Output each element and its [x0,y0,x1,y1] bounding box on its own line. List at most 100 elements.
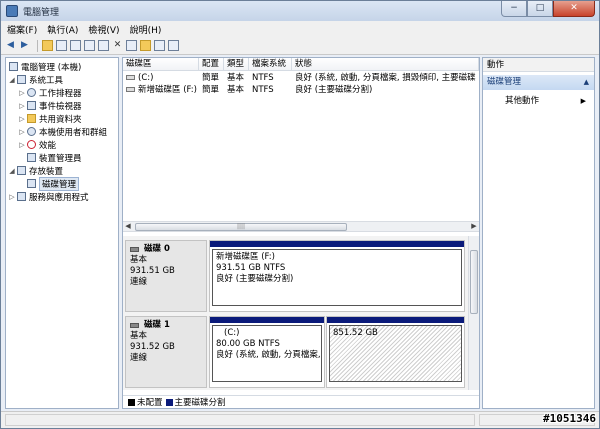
expand-arrow-icon[interactable]: ▷ [18,102,26,110]
collapse-up-icon[interactable]: ▲ [584,75,589,90]
settings-icon[interactable] [168,40,179,51]
disk-0[interactable]: 磁碟 0 基本 931.51 GB 連線 新增磁碟區 (F:) 931.51 G… [125,240,465,312]
help-icon[interactable] [84,40,95,51]
vertical-scrollbar[interactable] [468,236,479,390]
tree-item-label: 電腦管理 (本機) [21,62,82,73]
disk-status: 連線 [130,277,148,287]
back-icon[interactable]: ◀ [5,40,16,51]
maximize-button[interactable]: □ [527,1,553,17]
tree-item-disk-management[interactable]: 磁碟管理 [26,176,80,191]
actions-section-disk-management[interactable]: 磁碟管理 ▲ [483,75,594,90]
actions-pane: 動作 磁碟管理 ▲ 其他動作 ▶ [482,57,595,409]
primary-partition-bar [210,317,324,323]
tree-item-shared-folders[interactable]: ▷ 共用資料夾 [18,112,82,125]
show-hide-tree-icon[interactable] [56,40,67,51]
scroll-left-icon[interactable]: ◀ [123,222,133,231]
expand-arrow-icon[interactable]: ▷ [18,115,26,123]
expand-arrow-icon[interactable]: ▷ [18,128,26,136]
disk-1[interactable]: 磁碟 1 基本 931.52 GB 連線 (C:) 80.00 GB NTFS … [125,316,465,388]
toolbar: ◀ ▶ ✕ [1,37,599,55]
computer-management-icon [6,5,18,17]
window-controls: − □ ✕ [501,1,595,17]
collapse-arrow-icon[interactable]: ◢ [8,76,16,84]
type-cell: 基本 [227,85,245,95]
properties-icon[interactable] [70,40,81,51]
disk-type: 基本 [130,331,148,341]
volume-row[interactable]: (C:) 簡單 基本 NTFS 良好 (系統, 啟動, 分頁檔案, 損毀傾印, … [123,72,479,84]
disk-list-icon[interactable] [98,40,109,51]
status-cell: 良好 (主要磁碟分割) [295,85,373,95]
menu-help[interactable]: 說明(H) [130,23,162,36]
disk-management-pane: 磁碟區 配置 類型 檔案系統 狀態 (C:) 簡單 基本 NTFS 良好 (系統… [122,57,480,409]
tree-item-system-tools[interactable]: ◢ 系統工具 [8,73,63,86]
tree-item-label: 系統工具 [29,75,64,86]
more-actions-item[interactable]: 其他動作 ▶ [483,94,594,108]
tree-item-services[interactable]: ▷ 服務與應用程式 [8,190,89,203]
partition-label: 新增磁碟區 (F:) [216,252,275,262]
primary-partition-bar [327,317,464,323]
partition-c[interactable]: (C:) 80.00 GB NTFS 良好 (系統, 啟動, 分頁檔案, [209,316,325,388]
toolbar-divider [37,39,38,52]
column-header-volume[interactable]: 磁碟區 [123,58,199,70]
collapse-arrow-icon[interactable]: ◢ [8,167,16,175]
disk-size: 931.52 GB [130,342,175,352]
menu-file[interactable]: 檔案(F) [7,23,37,36]
expand-arrow-icon[interactable]: ▷ [18,141,26,149]
tree-item-label: 本機使用者和群組 [39,127,108,138]
actions-section-label: 磁碟管理 [487,77,522,87]
delete-icon[interactable]: ✕ [112,40,123,51]
open-folder-icon[interactable] [140,40,151,51]
horizontal-scrollbar[interactable]: ◀ |||| ▶ [123,221,479,232]
disk-size: 931.51 GB [130,266,175,276]
services-icon [17,192,26,201]
layout-cell: 簡單 [202,73,220,83]
tree-item-label: 效能 [39,140,57,151]
column-header-status[interactable]: 狀態 [292,58,479,70]
search-icon[interactable] [154,40,165,51]
expand-arrow-icon[interactable]: ▷ [8,193,16,201]
forward-icon[interactable]: ▶ [19,40,30,51]
scroll-thumb[interactable]: |||| [135,223,347,231]
up-folder-icon[interactable] [42,40,53,51]
close-button[interactable]: ✕ [553,1,595,17]
disk-name: 磁碟 1 [144,320,170,330]
tree-item-device-manager[interactable]: 裝置管理員 [26,151,82,164]
legend-unallocated: 未配置 [137,398,163,408]
expand-arrow-icon[interactable]: ▷ [18,89,26,97]
scroll-thumb[interactable] [470,250,478,314]
scroll-right-icon[interactable]: ▶ [469,222,479,231]
tree-item-root[interactable]: 電腦管理 (本機) [8,60,81,73]
users-icon [27,127,36,136]
title-bar[interactable]: 電腦管理 − □ ✕ [1,1,599,21]
computer-icon [9,62,18,71]
check-icon[interactable] [126,40,137,51]
volume-icon [126,75,135,80]
disk-info[interactable]: 磁碟 1 基本 931.52 GB 連線 [125,316,207,388]
partition-unallocated[interactable]: 851.52 GB [326,316,465,388]
tree-item-label: 裝置管理員 [39,153,82,164]
tree-item-event-viewer[interactable]: ▷ 事件檢視器 [18,99,82,112]
tree-item-local-users[interactable]: ▷ 本機使用者和群組 [18,125,107,138]
menu-action[interactable]: 執行(A) [47,23,78,36]
column-header-layout[interactable]: 配置 [199,58,224,70]
clock-icon [27,88,36,97]
disk-status: 連線 [130,353,148,363]
volume-row[interactable]: 新增磁碟區 (F:) 簡單 基本 NTFS 良好 (主要磁碟分割) [123,84,479,96]
minimize-button[interactable]: − [501,1,527,17]
navigation-tree: 電腦管理 (本機) ◢ 系統工具 ▷ 工作排程器 ▷ 事件檢視器 ▷ 共用資料夾… [5,57,119,409]
menu-view[interactable]: 檢視(V) [88,23,119,36]
tree-item-label: 事件檢視器 [39,101,82,112]
disk-info[interactable]: 磁碟 0 基本 931.51 GB 連線 [125,240,207,312]
column-header-filesystem[interactable]: 檔案系統 [249,58,292,70]
tree-item-task-scheduler[interactable]: ▷ 工作排程器 [18,86,82,99]
watermark-id: #1051346 [543,412,596,425]
partition-f[interactable]: 新增磁碟區 (F:) 931.51 GB NTFS 良好 (主要磁碟分割) [209,240,465,312]
tree-item-performance[interactable]: ▷ 效能 [18,138,56,151]
storage-icon [17,166,26,175]
submenu-arrow-icon: ▶ [580,97,586,105]
disk-type: 基本 [130,255,148,265]
window-title: 電腦管理 [23,7,60,18]
tree-item-storage[interactable]: ◢ 存放裝置 [8,164,63,177]
column-header-type[interactable]: 類型 [224,58,249,70]
partition-status: 良好 (主要磁碟分割) [216,274,294,284]
